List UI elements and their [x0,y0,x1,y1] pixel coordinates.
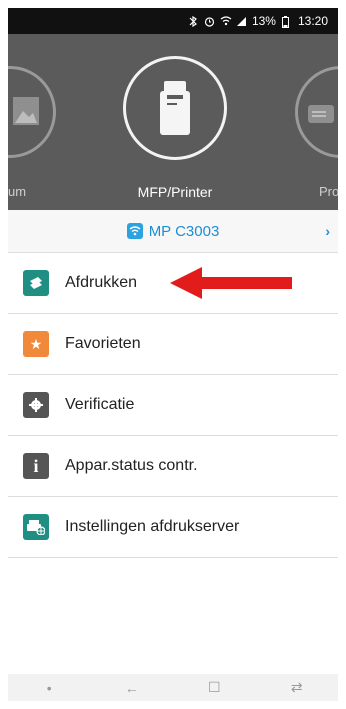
status-bar: 13% 13:20 [8,8,338,34]
carousel-label-projector: Pro [319,184,338,199]
menu-label-appar-status: Appar.status contr. [65,457,198,474]
carousel-label-mfp-printer: MFP/Printer [137,184,213,200]
android-nav-bar: • ← ☐ ⇄ [8,674,338,701]
menu-label-favorieten: Favorieten [65,335,141,352]
menu-item-appar-status[interactable]: i Appar.status contr. [8,436,338,497]
carousel-label-album: um [8,184,27,199]
menu-label-afdrukken: Afdrukken [65,274,138,291]
menu-item-verificatie[interactable]: Verificatie [8,375,338,436]
projector-icon [308,101,334,130]
carousel-item-album[interactable] [8,66,56,158]
wifi-icon [220,16,232,26]
battery-level: 13% [251,14,276,28]
info-icon: i [23,453,49,479]
menu-label-verificatie: Verificatie [65,396,135,413]
star-icon: ★ [23,331,49,357]
battery-icon [281,16,292,28]
bluetooth-icon [188,16,198,27]
alarm-icon [204,16,215,27]
back-button[interactable]: ← [123,680,141,696]
dot-indicator-icon: • [46,679,52,696]
gear-icon [23,392,49,418]
phone-screen: 13% 13:20 um MFP/Printer Pro MP C3003 › … [8,8,338,701]
device-type-carousel[interactable]: um MFP/Printer Pro [8,34,338,210]
printer-name: MP C3003 [148,222,220,240]
clock: 13:20 [297,14,328,28]
printer-icon [160,81,190,140]
menu-item-instellingen-afdrukserver[interactable]: Instellingen afdrukserver [8,497,338,558]
home-button[interactable]: ☐ [205,679,223,696]
wifi-icon [126,223,143,239]
menu-item-favorieten[interactable]: ★ Favorieten [8,314,338,375]
recent-apps-button[interactable]: ⇄ [288,679,306,696]
print-server-icon [23,514,49,540]
annotation-arrow-icon [170,267,292,299]
image-icon [13,97,39,130]
carousel-item-mfp-printer[interactable] [123,56,227,160]
chevron-right-icon[interactable]: › [325,223,330,239]
print-doc-icon [23,270,49,296]
selected-printer-row[interactable]: MP C3003 › [8,210,338,253]
menu-label-instellingen-afdrukserver: Instellingen afdrukserver [65,518,240,535]
carousel-item-projector[interactable] [295,66,338,158]
signal-icon [236,16,246,26]
